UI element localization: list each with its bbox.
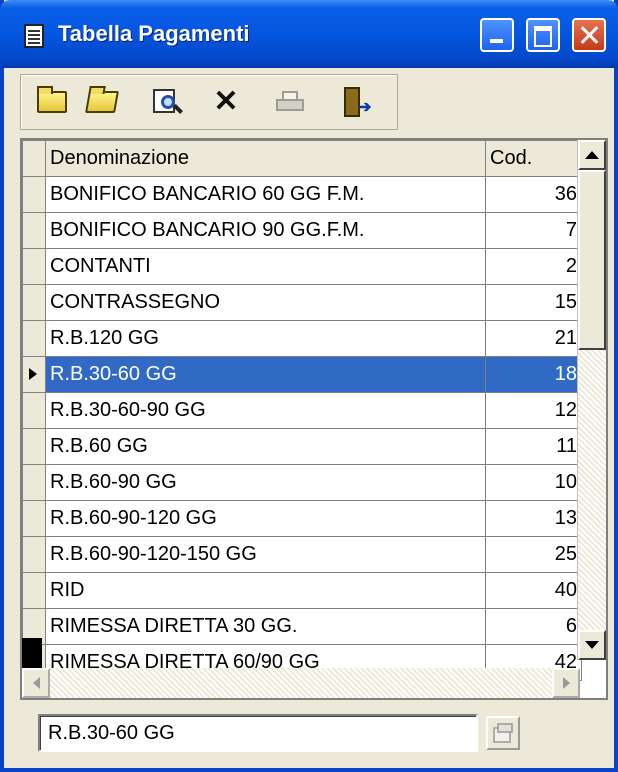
cell-name[interactable]: CONTANTI xyxy=(45,248,486,285)
new-row-indicator xyxy=(22,638,42,668)
cell-code[interactable]: 12 xyxy=(485,392,582,429)
cell-code[interactable]: 7 xyxy=(485,212,582,249)
folder-icon xyxy=(37,86,67,113)
table-row[interactable]: CONTANTI 2 xyxy=(22,248,582,285)
exit-door-icon: ➔ xyxy=(342,87,371,117)
payments-grid[interactable]: Denominazione Cod. BONIFICO BANCARIO 60 … xyxy=(20,138,608,700)
table-row[interactable]: R.B.60-90 GG 10 xyxy=(22,464,582,501)
cell-name[interactable]: R.B.60-90-120 GG xyxy=(45,500,486,537)
table-row[interactable]: R.B.30-60-90 GG 12 xyxy=(22,392,582,429)
cell-name[interactable]: R.B.60-90-120-150 GG xyxy=(45,536,486,573)
cell-name[interactable]: RID xyxy=(45,572,486,609)
scroll-down-button[interactable] xyxy=(578,630,606,660)
arrow-right-icon xyxy=(562,677,570,689)
close-button[interactable] xyxy=(572,18,606,52)
scroll-up-button[interactable] xyxy=(578,140,606,170)
properties-button xyxy=(486,716,520,750)
search-button[interactable] xyxy=(149,83,187,121)
scroll-thumb[interactable] xyxy=(578,170,606,350)
current-selection-field[interactable]: R.B.30-60 GG xyxy=(38,714,478,752)
cell-name[interactable]: RIMESSA DIRETTA 30 GG. xyxy=(45,608,486,645)
printer-icon xyxy=(276,91,304,113)
row-indicator[interactable] xyxy=(22,212,46,249)
table-row[interactable]: CONTRASSEGNO 15 xyxy=(22,284,582,321)
cell-code[interactable]: 13 xyxy=(485,500,582,537)
cell-code[interactable]: 21 xyxy=(485,320,582,357)
row-indicator[interactable] xyxy=(22,320,46,357)
row-indicator[interactable] xyxy=(22,392,46,429)
scroll-right-button[interactable] xyxy=(552,668,580,698)
cell-name[interactable]: R.B.60 GG xyxy=(45,428,486,465)
cell-code[interactable]: 18 xyxy=(485,356,582,393)
title-bar[interactable]: Tabella Pagamenti xyxy=(0,0,618,68)
row-indicator[interactable] xyxy=(22,572,46,609)
row-indicator[interactable] xyxy=(22,500,46,537)
table-row[interactable]: R.B.60 GG 11 xyxy=(22,428,582,465)
print-button xyxy=(271,83,309,121)
vertical-scrollbar[interactable] xyxy=(577,140,606,660)
row-indicator[interactable] xyxy=(22,248,46,285)
table-row[interactable]: R.B.60-90-120 GG 13 xyxy=(22,500,582,537)
table-row[interactable]: RIMESSA DIRETTA 30 GG. 6 xyxy=(22,608,582,645)
table-row[interactable]: R.B.60-90-120-150 GG 25 xyxy=(22,536,582,573)
row-indicator[interactable] xyxy=(22,428,46,465)
cell-code[interactable]: 11 xyxy=(485,428,582,465)
payments-window: Tabella Pagamenti ✕ ➔ Denominazione Cod.… xyxy=(0,0,618,772)
open-button[interactable] xyxy=(83,83,121,121)
cell-name[interactable]: R.B.60-90 GG xyxy=(45,464,486,501)
payments-table: Denominazione Cod. BONIFICO BANCARIO 60 … xyxy=(22,140,582,681)
table-row[interactable]: BONIFICO BANCARIO 90 GG.F.M. 7 xyxy=(22,212,582,249)
row-indicator[interactable] xyxy=(22,464,46,501)
row-indicator[interactable] xyxy=(22,536,46,573)
row-indicator-header xyxy=(22,140,46,177)
scroll-left-button[interactable] xyxy=(22,668,50,698)
search-document-icon xyxy=(153,89,183,115)
delete-x-icon: ✕ xyxy=(213,85,239,118)
toolbar: ✕ ➔ xyxy=(20,74,398,130)
header-row: Denominazione Cod. xyxy=(22,140,582,177)
minimize-button[interactable] xyxy=(480,18,514,52)
arrow-down-icon xyxy=(585,641,599,649)
new-button[interactable] xyxy=(33,83,71,121)
cell-code[interactable]: 2 xyxy=(485,248,582,285)
cell-name[interactable]: BONIFICO BANCARIO 60 GG F.M. xyxy=(45,176,486,213)
cell-code[interactable]: 40 xyxy=(485,572,582,609)
table-row[interactable]: R.B.120 GG 21 xyxy=(22,320,582,357)
open-folder-icon xyxy=(85,91,119,113)
current-row-arrow-icon xyxy=(29,368,37,380)
row-indicator[interactable] xyxy=(22,176,46,213)
table-row[interactable]: BONIFICO BANCARIO 60 GG F.M. 36 xyxy=(22,176,582,213)
arrow-left-icon xyxy=(32,677,40,689)
column-header-name[interactable]: Denominazione xyxy=(45,140,486,177)
row-indicator[interactable] xyxy=(22,356,46,393)
cell-code[interactable]: 6 xyxy=(485,608,582,645)
delete-button[interactable]: ✕ xyxy=(207,83,245,121)
table-row[interactable]: RID 40 xyxy=(22,572,582,609)
notepad-icon[interactable] xyxy=(24,24,44,48)
properties-icon xyxy=(493,723,513,743)
cell-name[interactable]: CONTRASSEGNO xyxy=(45,284,486,321)
cell-code[interactable]: 10 xyxy=(485,464,582,501)
cell-code[interactable]: 25 xyxy=(485,536,582,573)
cell-name[interactable]: R.B.30-60-90 GG xyxy=(45,392,486,429)
maximize-button[interactable] xyxy=(526,18,560,52)
cell-code[interactable]: 15 xyxy=(485,284,582,321)
window-title: Tabella Pagamenti xyxy=(58,21,250,46)
horizontal-scrollbar[interactable] xyxy=(22,668,580,698)
table-row[interactable]: R.B.30-60 GG 18 xyxy=(22,356,582,393)
cell-code[interactable]: 36 xyxy=(485,176,582,213)
arrow-up-icon xyxy=(585,151,599,159)
cell-name[interactable]: R.B.30-60 GG xyxy=(45,356,486,393)
cell-name[interactable]: R.B.120 GG xyxy=(45,320,486,357)
column-header-code[interactable]: Cod. xyxy=(485,140,582,177)
cell-name[interactable]: BONIFICO BANCARIO 90 GG.F.M. xyxy=(45,212,486,249)
row-indicator[interactable] xyxy=(22,284,46,321)
exit-button[interactable]: ➔ xyxy=(337,83,375,121)
